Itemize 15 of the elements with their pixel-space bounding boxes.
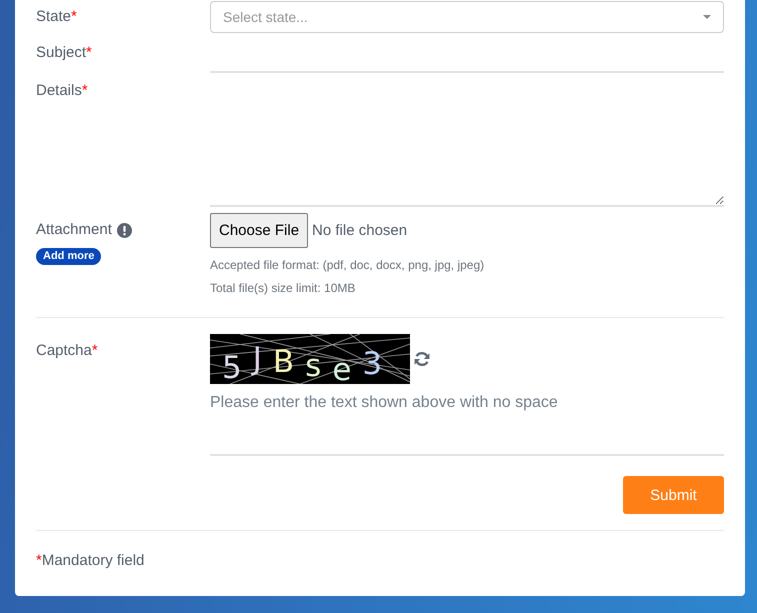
choose-file-button[interactable]: Choose File (210, 213, 308, 248)
mandatory-note: *Mandatory field (36, 551, 146, 571)
field-label: Captcha* (36, 341, 98, 361)
add-more-button[interactable]: Add more (36, 248, 102, 265)
field-label: Details* (36, 81, 88, 101)
file-note-text: Accepted file format: (pdf, doc, docx, png, jpg, jpeg) (210, 257, 486, 274)
field-label: Attachment (36, 220, 112, 240)
caret-icon (703, 15, 711, 19)
captcha-hint-text: Please enter the text shown above with no space (210, 393, 559, 413)
file-status-text: No file chosen (312, 222, 408, 239)
exclamation-circle-icon (116, 222, 132, 238)
refresh-icon[interactable] (414, 351, 430, 367)
field-label: Subject* (36, 43, 92, 63)
field-label: State* (36, 7, 77, 27)
file-note-text: Total file(s) size limit: 10MB (210, 280, 356, 297)
